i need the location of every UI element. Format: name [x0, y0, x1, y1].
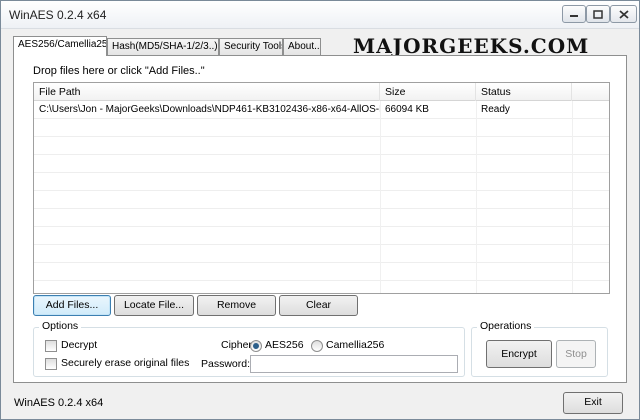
operations-group: Operations Encrypt Stop [471, 320, 608, 377]
empty-row [34, 119, 609, 137]
column-file-path[interactable]: File Path [34, 83, 380, 101]
status-version: WinAES 0.2.4 x64 [14, 397, 104, 409]
table-row[interactable]: C:\Users\Jon - MajorGeeks\Downloads\NDP4… [34, 101, 609, 119]
exit-button[interactable]: Exit [563, 392, 623, 414]
minimize-button[interactable] [562, 5, 586, 23]
row-status: Ready [481, 104, 510, 115]
cipher-camellia-radio[interactable] [311, 340, 323, 352]
empty-row [34, 263, 609, 281]
close-icon [618, 9, 629, 19]
locate-file-button[interactable]: Locate File... [114, 295, 194, 316]
stop-button[interactable]: Stop [556, 340, 596, 368]
tab-aes-camellia[interactable]: AES256/Camellia256 [13, 36, 107, 56]
tab-about[interactable]: About.. [283, 38, 321, 55]
drop-hint: Drop files here or click "Add Files.." [33, 65, 205, 77]
cipher-aes-label[interactable]: AES256 [265, 339, 304, 351]
column-status[interactable]: Status [476, 83, 572, 101]
options-group: Options Decrypt Securely erase original … [33, 320, 465, 377]
encrypt-button[interactable]: Encrypt [486, 340, 552, 368]
column-size[interactable]: Size [380, 83, 476, 101]
column-divider [476, 101, 477, 293]
column-divider [572, 101, 573, 293]
row-size: 66094 KB [385, 104, 429, 115]
empty-row [34, 245, 609, 263]
tab-security-tools[interactable]: Security Tools [219, 38, 283, 55]
password-label: Password: [201, 358, 251, 370]
password-input[interactable] [250, 355, 458, 373]
empty-row [34, 137, 609, 155]
file-list[interactable]: File Path Size Status C:\Users\Jon - Maj… [33, 82, 610, 294]
tab-panel-aes: Drop files here or click "Add Files.." F… [13, 55, 627, 383]
file-list-header: File Path Size Status [34, 83, 609, 101]
maximize-icon [593, 9, 603, 19]
decrypt-checkbox[interactable] [45, 340, 57, 352]
empty-row [34, 173, 609, 191]
erase-label[interactable]: Securely erase original files [61, 357, 189, 369]
title-bar[interactable]: WinAES 0.2.4 x64 [1, 1, 639, 29]
tab-hash[interactable]: Hash(MD5/SHA-1/2/3..) [107, 38, 219, 55]
row-file-path: C:\Users\Jon - MajorGeeks\Downloads\NDP4… [39, 104, 380, 115]
minimize-icon [570, 15, 578, 17]
window-title: WinAES 0.2.4 x64 [9, 8, 107, 22]
empty-row [34, 209, 609, 227]
erase-checkbox[interactable] [45, 358, 57, 370]
close-button[interactable] [610, 5, 637, 23]
clear-button[interactable]: Clear [279, 295, 358, 316]
remove-button[interactable]: Remove [197, 295, 276, 316]
cipher-aes-radio[interactable] [250, 340, 262, 352]
empty-row [34, 155, 609, 173]
maximize-button[interactable] [586, 5, 610, 23]
cipher-camellia-label[interactable]: Camellia256 [326, 339, 384, 351]
empty-row [34, 191, 609, 209]
column-divider [380, 101, 381, 293]
add-files-button[interactable]: Add Files... [33, 295, 111, 316]
decrypt-label[interactable]: Decrypt [61, 339, 97, 351]
empty-row [34, 227, 609, 245]
app-window: WinAES 0.2.4 x64 AES256/Camellia256 Hash… [0, 0, 640, 420]
options-label: Options [39, 320, 82, 332]
operations-label: Operations [477, 320, 535, 332]
